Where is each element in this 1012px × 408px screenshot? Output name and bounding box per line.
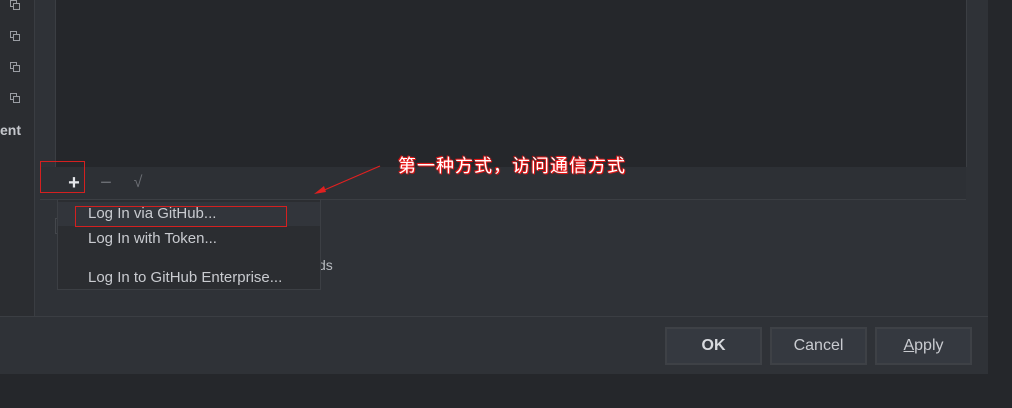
copy-icon[interactable] <box>10 0 20 10</box>
apply-button[interactable]: Apply <box>875 327 972 365</box>
apply-label: pply <box>914 337 944 354</box>
settings-sidebar: ent <box>0 0 35 316</box>
menu-item-login-token[interactable]: Log In with Token... <box>58 227 320 251</box>
annotation-arrow-icon <box>314 165 381 194</box>
menu-item-annotation-box <box>75 206 287 227</box>
annotation-text: 第一种方式，访问通信方式 <box>398 156 626 177</box>
footer-divider <box>0 316 988 317</box>
set-default-button[interactable]: √ <box>126 171 150 195</box>
copy-icon[interactable] <box>10 62 20 72</box>
menu-item-login-enterprise[interactable]: Log In to GitHub Enterprise... <box>58 266 320 290</box>
background-area <box>988 0 1012 408</box>
copy-icon[interactable] <box>10 93 20 103</box>
remove-account-button[interactable]: − <box>94 171 118 195</box>
background-area-bottom <box>0 374 1012 408</box>
apply-mnemonic: A <box>903 337 915 354</box>
cancel-button[interactable]: Cancel <box>770 327 867 365</box>
ok-button[interactable]: OK <box>665 327 762 365</box>
add-button-annotation-box <box>40 161 85 193</box>
sidebar-section-label[interactable]: ent <box>0 122 21 138</box>
accounts-list[interactable] <box>55 0 967 167</box>
copy-icon[interactable] <box>10 31 20 41</box>
